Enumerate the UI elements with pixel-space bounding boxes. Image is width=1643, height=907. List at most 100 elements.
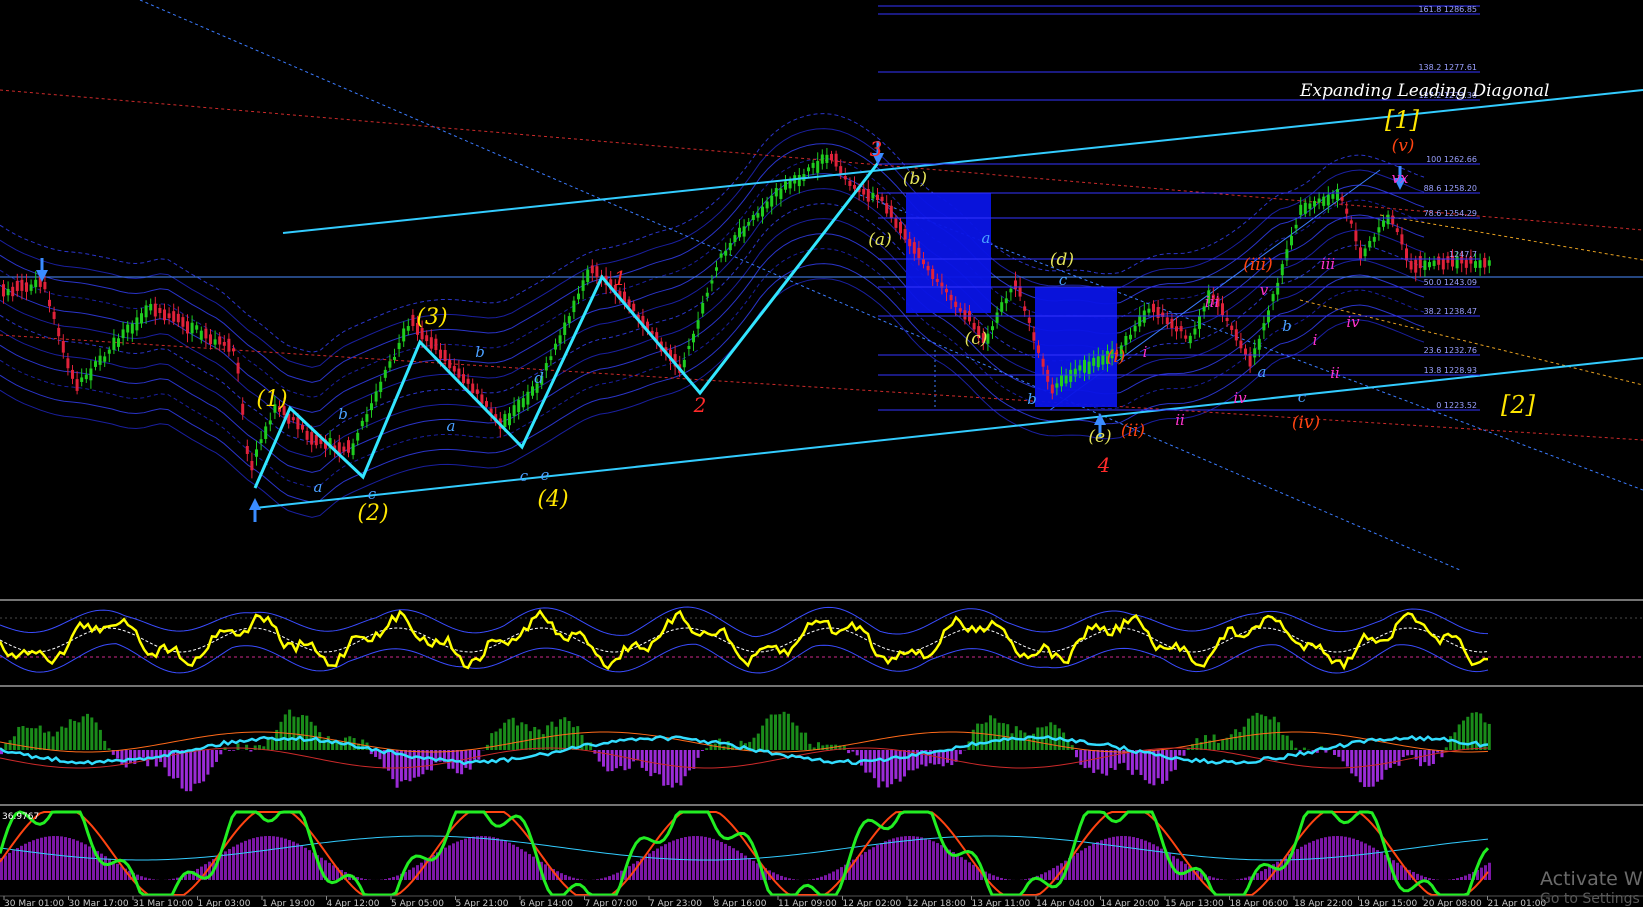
candle[interactable] — [218, 336, 222, 345]
candle[interactable] — [365, 414, 369, 422]
candle[interactable] — [531, 386, 534, 396]
candle[interactable] — [991, 326, 994, 331]
candle[interactable] — [314, 434, 318, 446]
candle[interactable] — [958, 308, 962, 312]
candle[interactable] — [1193, 328, 1197, 335]
candle[interactable] — [779, 188, 783, 199]
candle[interactable] — [1175, 326, 1178, 332]
candle[interactable] — [52, 311, 56, 319]
candle[interactable] — [774, 188, 778, 197]
candle[interactable] — [1096, 356, 1100, 368]
candle[interactable] — [411, 314, 415, 327]
candle[interactable] — [839, 166, 843, 174]
candle[interactable] — [926, 265, 930, 271]
candle[interactable] — [1133, 325, 1137, 332]
candle[interactable] — [1423, 260, 1427, 270]
candle[interactable] — [475, 389, 479, 394]
candle[interactable] — [1331, 194, 1335, 199]
candle[interactable] — [1359, 247, 1362, 259]
candle[interactable] — [526, 391, 530, 405]
candle[interactable] — [117, 338, 120, 347]
candle[interactable] — [1290, 235, 1293, 246]
candle[interactable] — [784, 181, 787, 190]
candle[interactable] — [397, 342, 401, 350]
candle[interactable] — [429, 337, 433, 349]
candle[interactable] — [190, 322, 194, 334]
candle[interactable] — [2, 284, 5, 297]
candle[interactable] — [80, 377, 84, 382]
candle[interactable] — [1179, 326, 1183, 332]
candle[interactable] — [57, 327, 61, 337]
candle[interactable] — [563, 322, 567, 335]
candle[interactable] — [34, 279, 38, 288]
candle[interactable] — [199, 330, 203, 340]
candle[interactable] — [696, 320, 700, 329]
candle[interactable] — [1441, 258, 1445, 270]
candle[interactable] — [163, 309, 166, 321]
candle[interactable] — [425, 335, 429, 342]
candle[interactable] — [903, 229, 907, 240]
candle[interactable] — [94, 361, 97, 367]
candle[interactable] — [581, 280, 585, 291]
candle[interactable] — [1165, 317, 1169, 324]
candle[interactable] — [1152, 303, 1155, 313]
candle[interactable] — [1336, 189, 1339, 201]
candle[interactable] — [245, 446, 249, 454]
candle[interactable] — [1368, 240, 1372, 248]
candle[interactable] — [751, 214, 755, 221]
candle[interactable] — [995, 312, 999, 323]
candle[interactable] — [1428, 262, 1431, 268]
candle[interactable] — [756, 213, 760, 218]
candle[interactable] — [1478, 260, 1482, 268]
candle[interactable] — [517, 399, 521, 413]
candle[interactable] — [434, 338, 438, 351]
candle[interactable] — [1142, 310, 1146, 323]
candle[interactable] — [236, 362, 240, 374]
candle[interactable] — [705, 292, 709, 297]
candle[interactable] — [1483, 257, 1487, 268]
candle[interactable] — [250, 460, 254, 471]
candle[interactable] — [761, 206, 764, 217]
candle[interactable] — [558, 335, 562, 344]
candle[interactable] — [98, 355, 102, 365]
candle[interactable] — [356, 432, 360, 441]
candle[interactable] — [577, 293, 580, 300]
candle[interactable] — [632, 303, 636, 312]
candle[interactable] — [452, 366, 456, 372]
candle[interactable] — [876, 194, 879, 201]
candle[interactable] — [889, 205, 893, 218]
candle[interactable] — [485, 401, 488, 407]
candle[interactable] — [370, 403, 373, 411]
candle[interactable] — [167, 313, 171, 319]
candle[interactable] — [71, 369, 74, 379]
candle[interactable] — [1101, 354, 1105, 365]
candle[interactable] — [1032, 332, 1036, 341]
candle[interactable] — [1363, 248, 1367, 257]
candle[interactable] — [1414, 259, 1418, 273]
candle[interactable] — [1147, 308, 1151, 313]
candle[interactable] — [1023, 306, 1027, 311]
candle[interactable] — [448, 359, 452, 369]
candle[interactable] — [268, 420, 272, 425]
candle[interactable] — [512, 405, 516, 416]
candle[interactable] — [84, 374, 88, 380]
candle[interactable] — [567, 316, 571, 324]
candle[interactable] — [1400, 234, 1404, 245]
candle[interactable] — [342, 446, 346, 452]
candle[interactable] — [885, 203, 889, 214]
candle[interactable] — [742, 226, 746, 237]
candle[interactable] — [1391, 215, 1395, 225]
candle[interactable] — [1221, 303, 1224, 316]
candle[interactable] — [1046, 369, 1050, 382]
candle[interactable] — [153, 303, 157, 317]
candle[interactable] — [521, 398, 525, 408]
candle[interactable] — [172, 311, 176, 322]
candle[interactable] — [181, 317, 185, 327]
candle[interactable] — [811, 162, 815, 168]
candle[interactable] — [11, 286, 15, 297]
candle[interactable] — [158, 308, 162, 314]
candle[interactable] — [1280, 264, 1284, 276]
candle[interactable] — [816, 161, 820, 173]
candle[interactable] — [1303, 202, 1307, 214]
candle[interactable] — [1004, 298, 1008, 304]
